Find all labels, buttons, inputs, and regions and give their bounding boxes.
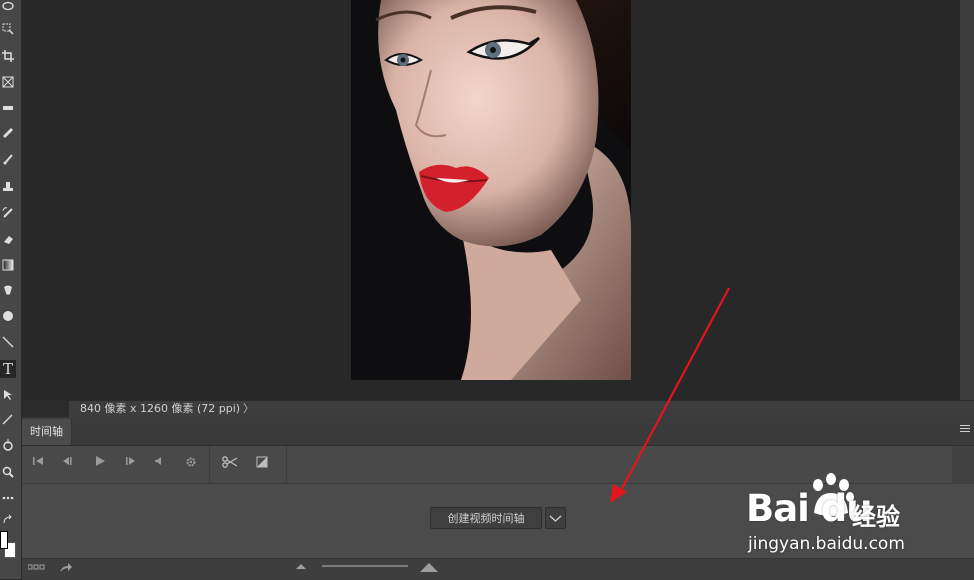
tab-timeline[interactable]: 时间轴 [22,419,72,445]
rotate-view-tool-icon[interactable] [0,437,16,455]
separator [286,446,287,483]
panel-tab-bar: 时间轴 [22,417,974,446]
create-video-timeline-button[interactable]: 创建视频时间轴 [430,507,542,529]
zoom-level-field[interactable] [22,401,69,417]
zoom-tool-icon[interactable] [0,464,16,482]
zoom-out-mountain-icon[interactable] [296,562,306,573]
panel-menu-icon[interactable] [960,425,970,435]
timeline-zoom-slider[interactable] [322,565,408,567]
right-panel-edge [960,0,974,400]
pen-tool-icon[interactable] [0,411,16,429]
go-to-first-frame-icon[interactable] [30,456,46,472]
smudge-tool-icon[interactable] [0,282,16,300]
jingyan-text: 经验 [852,503,900,531]
settings-gear-icon[interactable] [183,456,199,472]
chevron-down-icon [549,515,562,522]
baidu-jingyan-watermark: Bai du 经验 jingyan.baidu.com [744,473,944,563]
create-timeline-dropdown[interactable] [545,507,566,529]
lasso-tool-icon[interactable] [0,0,16,12]
document-info: 840 像素 x 1260 像素 (72 ppi) [80,402,241,415]
ruler-tool-icon[interactable] [0,100,16,118]
line-tool-icon[interactable] [0,334,16,352]
zoom-in-mountain-icon[interactable] [420,562,438,575]
frame-tool-icon[interactable] [0,74,16,92]
type-tool-icon[interactable]: T [0,360,16,378]
previous-frame-icon[interactable] [59,456,75,472]
separator [209,446,210,483]
brush-tool-icon[interactable] [0,151,16,169]
eraser-tool-icon[interactable] [0,231,16,249]
swap-colors-icon[interactable] [0,512,16,530]
watermark-url: jingyan.baidu.com [748,534,905,554]
render-video-icon[interactable] [59,562,73,577]
more-tools-icon[interactable] [0,490,16,508]
path-selection-tool-icon[interactable] [0,387,16,405]
split-scissors-icon[interactable] [221,456,239,472]
dodge-tool-icon[interactable] [0,308,16,326]
document-canvas [22,0,960,400]
quick-select-tool-icon[interactable] [0,21,16,39]
play-icon[interactable] [92,456,108,472]
transition-icon[interactable] [254,456,270,472]
portrait-photo [351,0,631,380]
next-frame-icon[interactable] [123,456,139,472]
audio-icon[interactable] [151,456,167,472]
frame-animation-toggle-icon[interactable] [27,562,46,575]
document-status-bar: 840 像素 x 1260 像素 (72 ppi) 〉 [22,400,974,417]
gradient-tool-icon[interactable] [0,257,16,275]
clone-stamp-tool-icon[interactable] [0,178,16,196]
foreground-color-swatch[interactable] [0,531,8,549]
status-menu-arrow[interactable]: 〉 [243,401,254,417]
healing-brush-tool-icon[interactable] [0,125,16,143]
tools-panel: T [0,0,22,579]
history-brush-tool-icon[interactable] [0,205,16,223]
crop-tool-icon[interactable] [0,48,16,66]
